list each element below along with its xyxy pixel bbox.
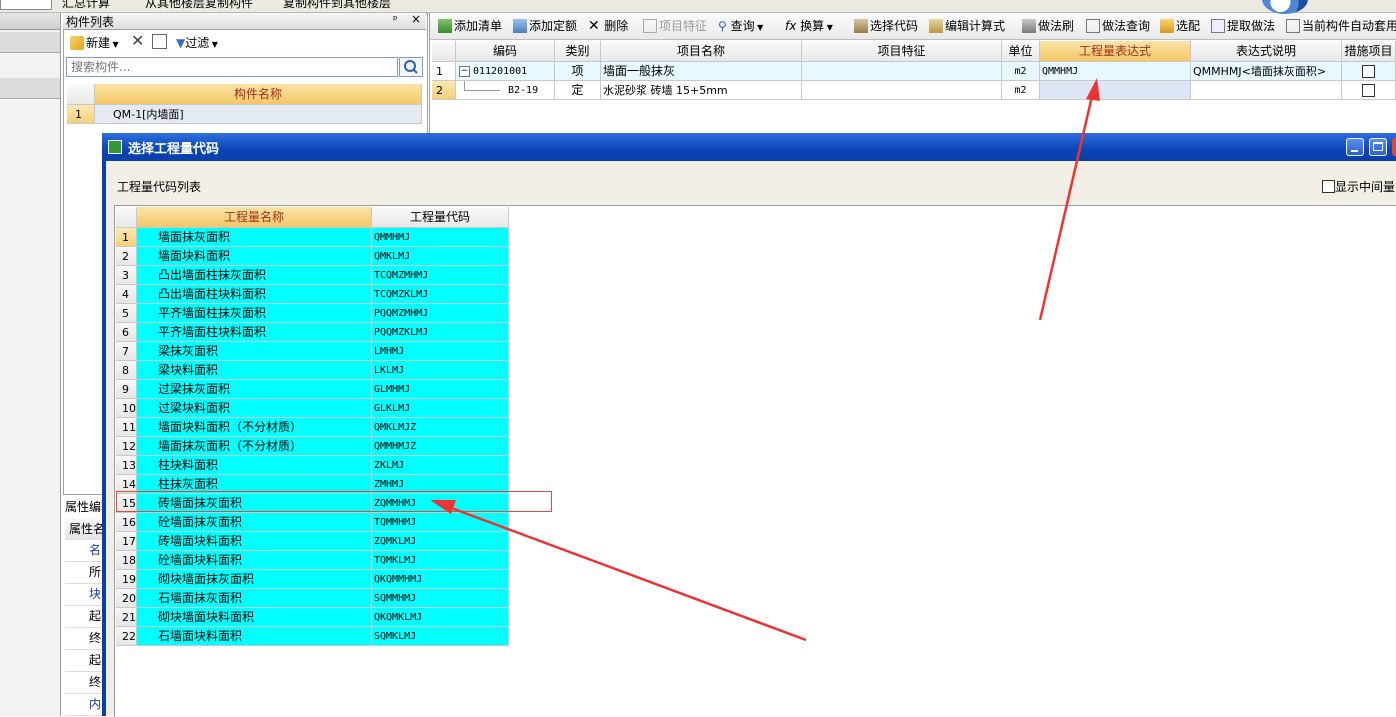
arrow-line-up (1038, 91, 1095, 321)
arrow-head-left (430, 500, 456, 514)
annotation-arrows (430, 78, 1100, 642)
arrow-line-left (445, 504, 807, 642)
arrow-head-up (1086, 78, 1100, 101)
